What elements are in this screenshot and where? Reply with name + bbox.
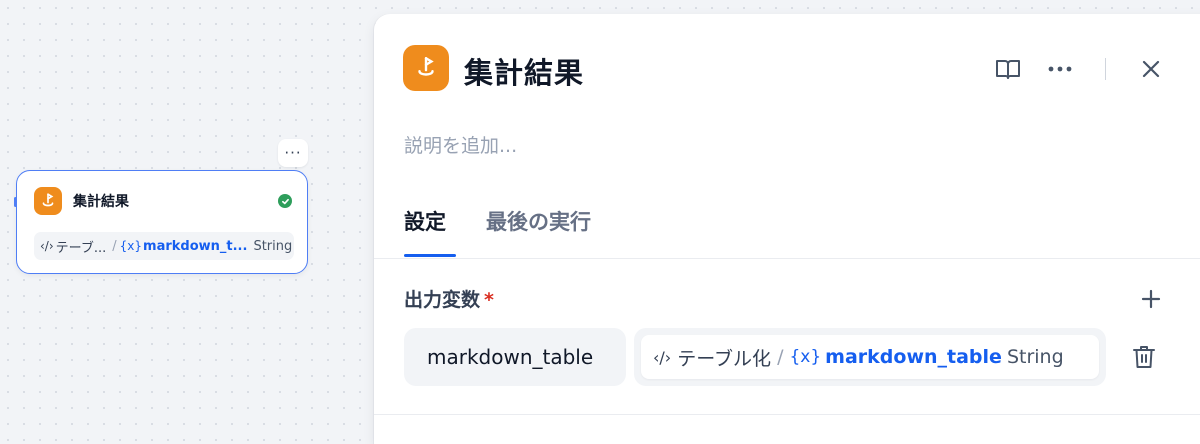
delete-variable-button[interactable] bbox=[1129, 342, 1159, 372]
tab-settings[interactable]: 設定 bbox=[404, 206, 446, 236]
variable-name: markdown_t... bbox=[143, 238, 248, 254]
node-input-handle[interactable] bbox=[14, 197, 17, 207]
variable-type: String bbox=[253, 238, 293, 254]
answer-icon bbox=[34, 187, 62, 215]
node-settings-panel: 集計結果 説明を追加... 設定 最後の実行 出力変数 * markdown_ta… bbox=[374, 14, 1200, 444]
code-icon: ‹/› bbox=[653, 347, 672, 367]
node-title: 集計結果 bbox=[73, 194, 129, 210]
plus-icon bbox=[1141, 289, 1161, 309]
book-icon[interactable] bbox=[993, 54, 1023, 84]
node-more-button[interactable]: ··· bbox=[278, 139, 308, 167]
output-variable-name-input[interactable]: markdown_table bbox=[404, 328, 626, 386]
variable-icon: {x} bbox=[789, 347, 822, 367]
trash-icon bbox=[1133, 346, 1155, 368]
required-mark: * bbox=[484, 289, 494, 311]
variable-name: markdown_table bbox=[825, 346, 1002, 368]
variable-source: テーブ... bbox=[55, 240, 107, 256]
variable-source: テーブル化 bbox=[677, 347, 772, 370]
active-tab-indicator bbox=[404, 254, 456, 257]
close-icon[interactable] bbox=[1136, 54, 1166, 84]
tab-last-run[interactable]: 最後の実行 bbox=[486, 206, 591, 236]
variable-type: String bbox=[1006, 346, 1064, 368]
code-icon: ‹/› bbox=[40, 239, 54, 253]
output-variables-label: 出力変数 * bbox=[404, 289, 494, 311]
header-divider bbox=[1105, 58, 1106, 80]
variable-icon: {x} bbox=[119, 239, 143, 253]
variable-separator: / bbox=[777, 346, 784, 368]
section-divider bbox=[374, 414, 1200, 415]
variable-separator: / bbox=[112, 238, 117, 254]
description-input[interactable]: 説明を追加... bbox=[404, 131, 517, 158]
add-variable-button[interactable] bbox=[1136, 284, 1166, 314]
answer-icon bbox=[403, 45, 449, 91]
answer-node[interactable]: 集計結果 ‹/› テーブ... / {x} markdown_t... Stri… bbox=[14, 170, 308, 274]
node-output-variable: ‹/› テーブ... / {x} markdown_t... String bbox=[34, 232, 294, 260]
output-variable-value-select[interactable]: ‹/› テーブル化 / {x} markdown_table String bbox=[634, 328, 1106, 386]
panel-title[interactable]: 集計結果 bbox=[464, 50, 584, 92]
tabs-divider bbox=[374, 258, 1200, 259]
variable-reference: ‹/› テーブル化 / {x} markdown_table String bbox=[641, 335, 1099, 379]
more-icon[interactable] bbox=[1045, 54, 1075, 84]
check-circle-icon bbox=[278, 194, 292, 208]
